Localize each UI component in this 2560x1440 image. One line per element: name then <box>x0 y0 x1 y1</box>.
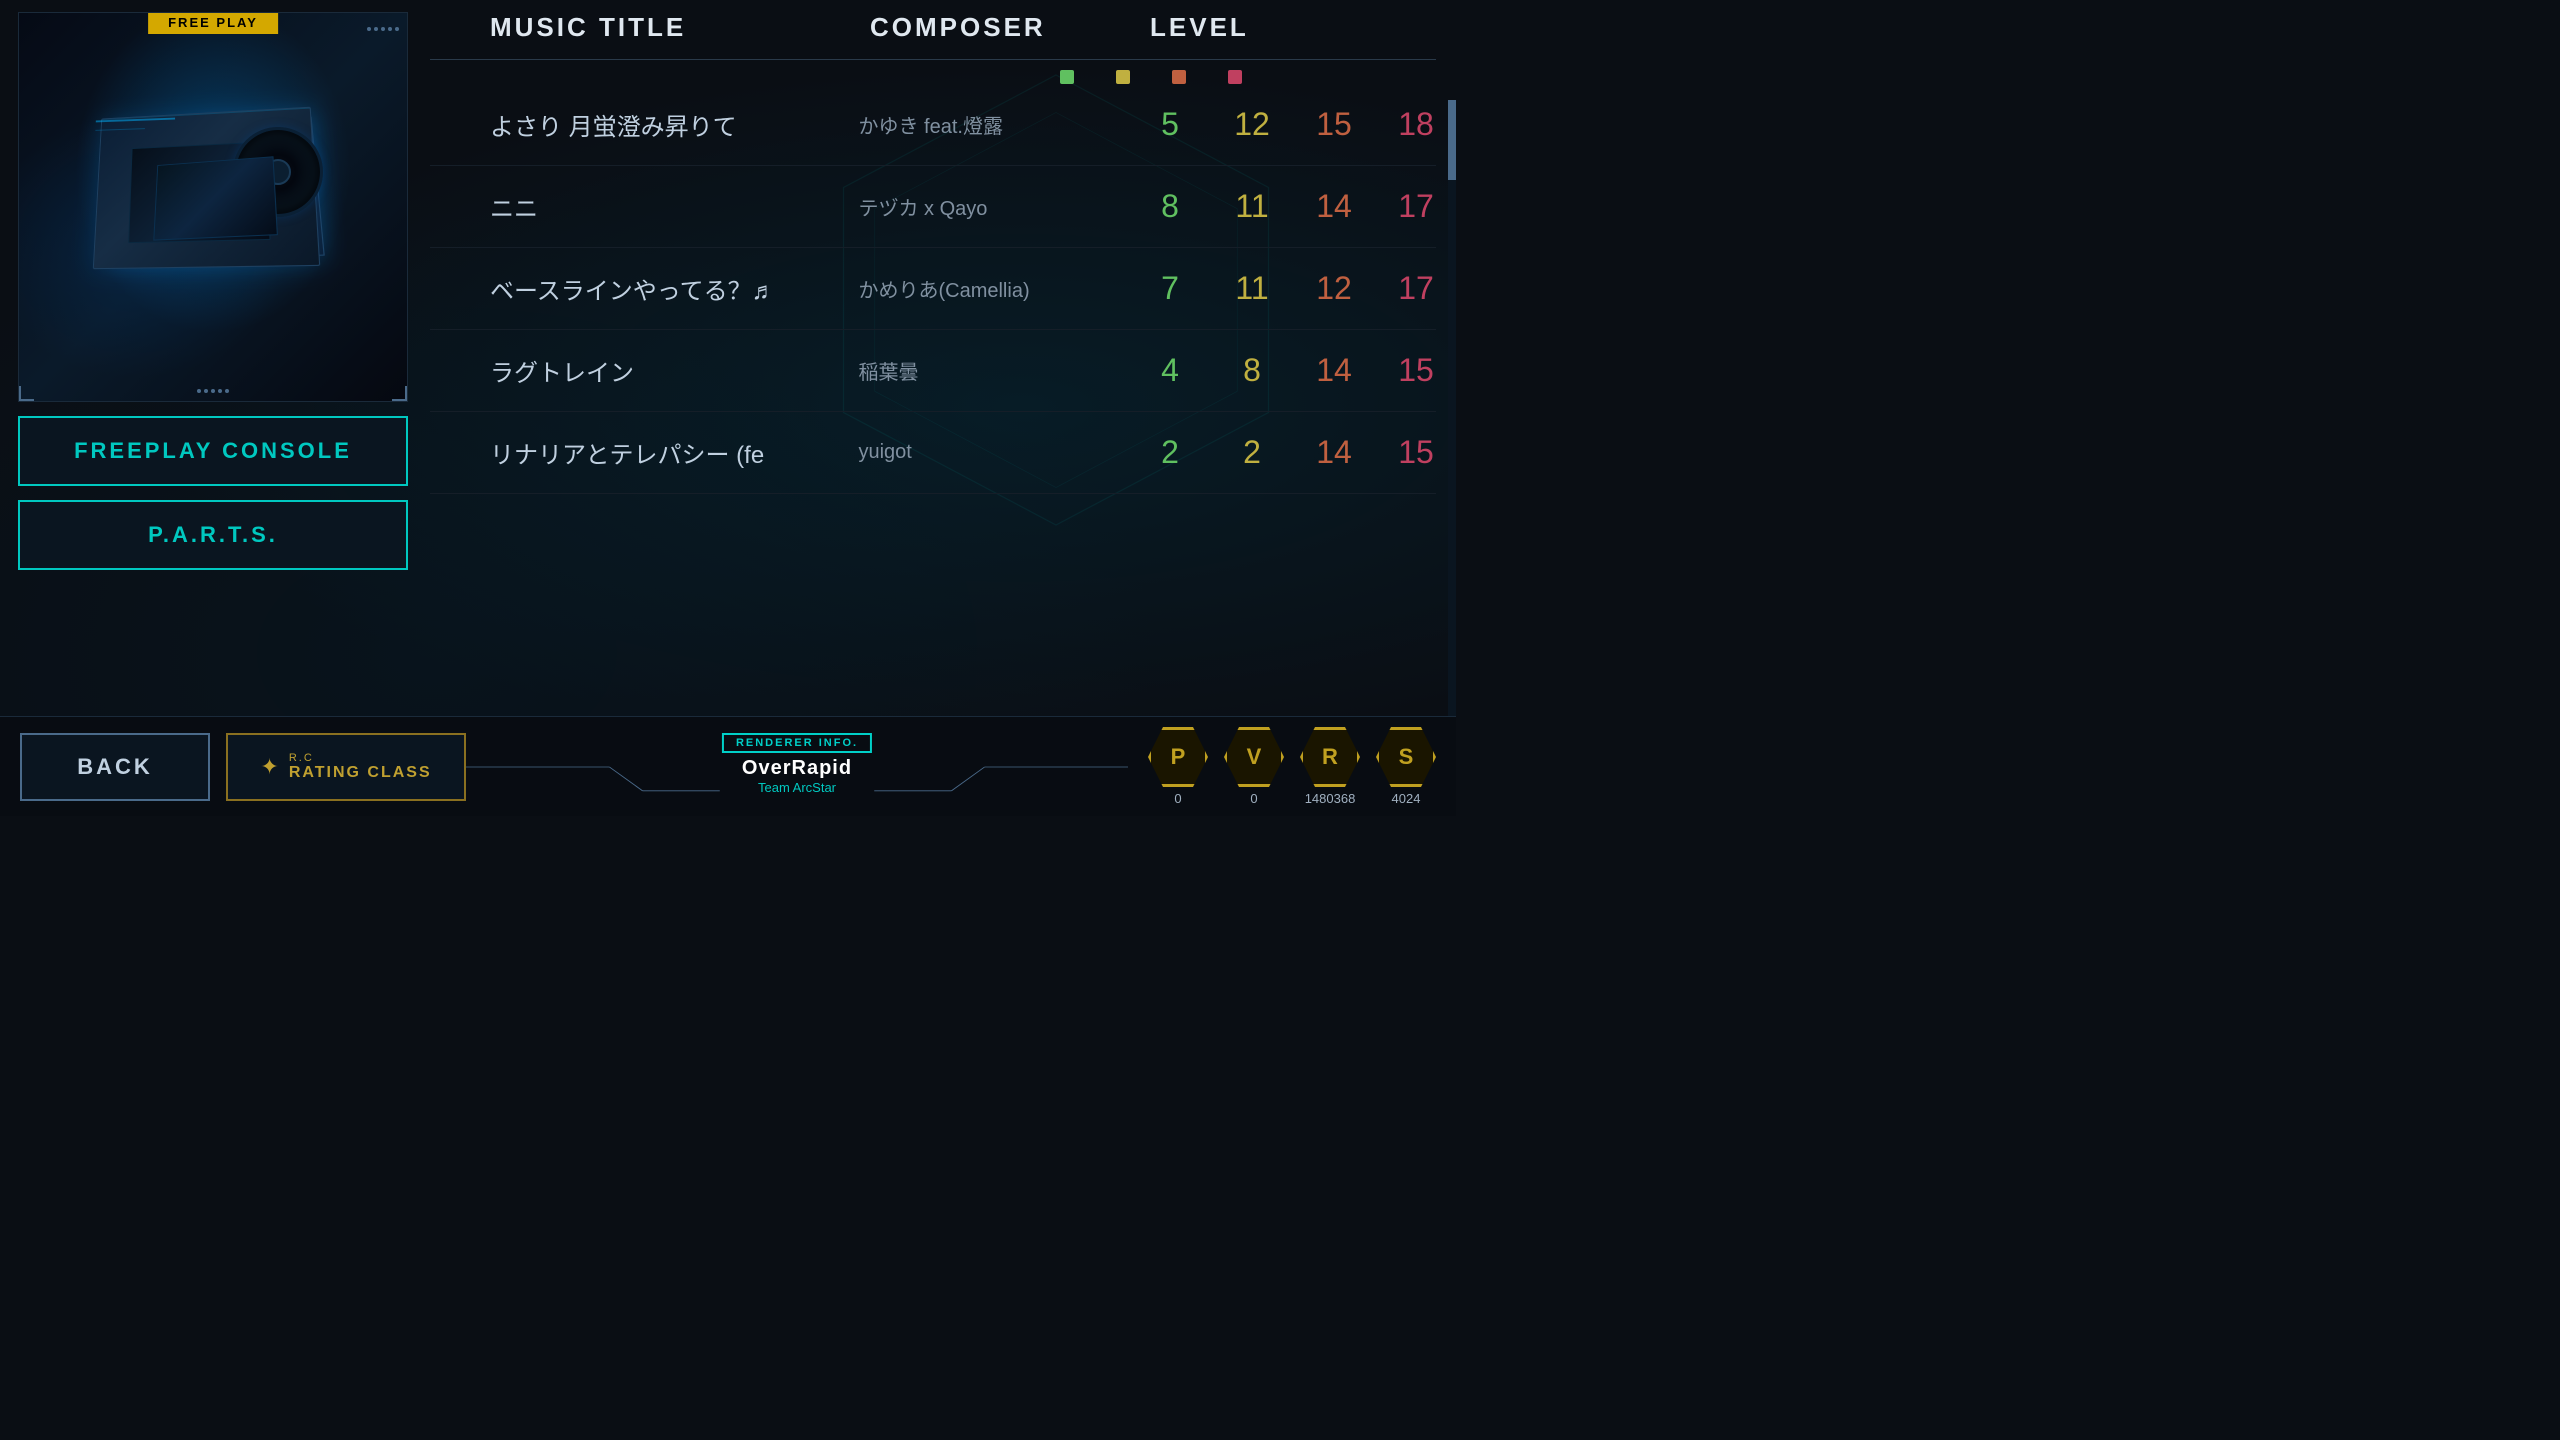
song-composer: テヅカ x Qayo <box>858 192 1130 221</box>
song-row[interactable]: リナリアとテレパシー (fe yuigot 2 2 14 15 <box>430 412 1436 494</box>
song-composer: かめりあ(Camellia) <box>858 274 1130 303</box>
level-hard: 12 <box>1314 270 1354 307</box>
level-hard: 14 <box>1314 352 1354 389</box>
back-label: BACK <box>77 754 153 780</box>
score-badge-s: S 4024 <box>1376 727 1436 806</box>
song-title: よさり 月蛍澄み昇りて <box>490 107 858 142</box>
song-levels: 8 11 14 17 <box>1150 188 1436 225</box>
rating-class-text: RATING CLASS <box>289 764 432 782</box>
renderer-name: OverRapid <box>722 757 872 780</box>
score-badge-v: V 0 <box>1224 727 1284 806</box>
renderer-team: Team ArcStar <box>722 780 872 795</box>
right-panel: MUSIC TITLE COMPOSER LEVEL よさり 月蛍澄み昇りて か… <box>430 12 1436 746</box>
rating-text: R.C RATING CLASS <box>289 752 432 782</box>
parts-label: P.A.R.T.S. <box>148 522 278 548</box>
parts-button[interactable]: P.A.R.T.S. <box>18 500 408 570</box>
badge-score-s: 4024 <box>1392 791 1421 806</box>
song-levels: 7 11 12 17 <box>1150 270 1436 307</box>
table-header: MUSIC TITLE COMPOSER LEVEL <box>430 12 1436 60</box>
song-levels: 5 12 15 18 <box>1150 106 1436 143</box>
badge-letter-p: P <box>1171 744 1186 770</box>
corner-bracket-right <box>392 386 407 401</box>
level-dot-easy <box>1060 70 1074 84</box>
level-easy: 7 <box>1150 270 1190 307</box>
song-levels: 2 2 14 15 <box>1150 434 1436 471</box>
level-hard: 15 <box>1314 106 1354 143</box>
rating-label: R.C <box>289 752 314 764</box>
level-expert: 15 <box>1396 352 1436 389</box>
badge-hex-s: S <box>1376 727 1436 787</box>
freeplay-console-button[interactable]: FREEPLAY CONSOLE <box>18 416 408 486</box>
badge-score-p: 0 <box>1174 791 1181 806</box>
level-indicators <box>430 70 1436 84</box>
song-title: ニニ <box>490 189 858 224</box>
song-title: ラグトレイン <box>490 353 858 388</box>
scrollbar[interactable] <box>1448 100 1456 746</box>
free-play-badge: FREE PLAY <box>148 12 278 34</box>
song-row[interactable]: よさり 月蛍澄み昇りて かゆき feat.燈露 5 12 15 18 <box>430 84 1436 166</box>
freeplay-console-label: FREEPLAY CONSOLE <box>74 438 352 464</box>
level-expert: 17 <box>1396 188 1436 225</box>
bottom-bar: BACK ✦ R.C RATING CLASS RENDERER INFO. O… <box>0 716 1456 816</box>
level-hard: 14 <box>1314 434 1354 471</box>
badge-letter-r: R <box>1322 744 1338 770</box>
level-expert: 18 <box>1396 106 1436 143</box>
back-button[interactable]: BACK <box>20 733 210 801</box>
album-art-container: FREE PLAY <box>18 12 408 402</box>
song-composer: かゆき feat.燈露 <box>858 110 1130 139</box>
badge-hex-v: V <box>1224 727 1284 787</box>
bottom-dots <box>197 389 229 393</box>
song-levels: 4 8 14 15 <box>1150 352 1436 389</box>
song-title: リナリアとテレパシー (fe <box>490 435 858 470</box>
corner-bracket <box>19 386 34 401</box>
col-composer: COMPOSER <box>870 12 1150 43</box>
song-composer: yuigot <box>858 441 1130 464</box>
level-easy: 4 <box>1150 352 1190 389</box>
art-shape <box>73 97 353 317</box>
song-list: よさり 月蛍澄み昇りて かゆき feat.燈露 5 12 15 18 ニニ テヅ… <box>430 84 1436 494</box>
badge-hex-r: R <box>1300 727 1360 787</box>
level-normal: 11 <box>1232 188 1272 225</box>
col-level: LEVEL <box>1150 12 1436 43</box>
rating-class-button[interactable]: ✦ R.C RATING CLASS <box>226 733 466 801</box>
level-dot-normal <box>1116 70 1130 84</box>
song-row[interactable]: ニニ テヅカ x Qayo 8 11 14 17 <box>430 166 1436 248</box>
level-dot-hard <box>1172 70 1186 84</box>
renderer-badge: RENDERER INFO. <box>722 733 872 753</box>
level-normal: 2 <box>1232 434 1272 471</box>
score-section: P 0 V 0 R 1480368 S 4024 <box>1148 727 1436 806</box>
renderer-info: RENDERER INFO. OverRapid Team ArcStar <box>722 733 872 795</box>
score-badge-r: R 1480368 <box>1300 727 1360 806</box>
level-expert: 17 <box>1396 270 1436 307</box>
song-title: ベースラインやってる？♬ <box>490 271 858 306</box>
level-normal: 8 <box>1232 352 1272 389</box>
song-composer: 稲葉曇 <box>858 356 1130 385</box>
badge-letter-v: V <box>1247 744 1262 770</box>
level-easy: 5 <box>1150 106 1190 143</box>
level-normal: 12 <box>1232 106 1272 143</box>
center-connector: RENDERER INFO. OverRapid Team ArcStar <box>466 733 1128 801</box>
badge-hex-p: P <box>1148 727 1208 787</box>
badge-letter-s: S <box>1399 744 1414 770</box>
song-row[interactable]: ベースラインやってる？♬ かめりあ(Camellia) 7 11 12 17 <box>430 248 1436 330</box>
rating-icon: ✦ <box>260 754 278 780</box>
score-badge-p: P 0 <box>1148 727 1208 806</box>
level-easy: 8 <box>1150 188 1190 225</box>
level-hard: 14 <box>1314 188 1354 225</box>
album-art-inner <box>19 13 407 401</box>
left-panel: FREE PLAY FREEPLAY <box>18 12 408 570</box>
song-row[interactable]: ラグトレイン 稲葉曇 4 8 14 15 <box>430 330 1436 412</box>
scrollbar-thumb[interactable] <box>1448 100 1456 180</box>
badge-score-v: 0 <box>1250 791 1257 806</box>
badge-score-r: 1480368 <box>1305 791 1356 806</box>
level-dot-expert <box>1228 70 1242 84</box>
corner-dots <box>367 27 399 31</box>
level-easy: 2 <box>1150 434 1190 471</box>
level-normal: 11 <box>1232 270 1272 307</box>
level-expert: 15 <box>1396 434 1436 471</box>
col-music-title: MUSIC TITLE <box>490 12 870 43</box>
